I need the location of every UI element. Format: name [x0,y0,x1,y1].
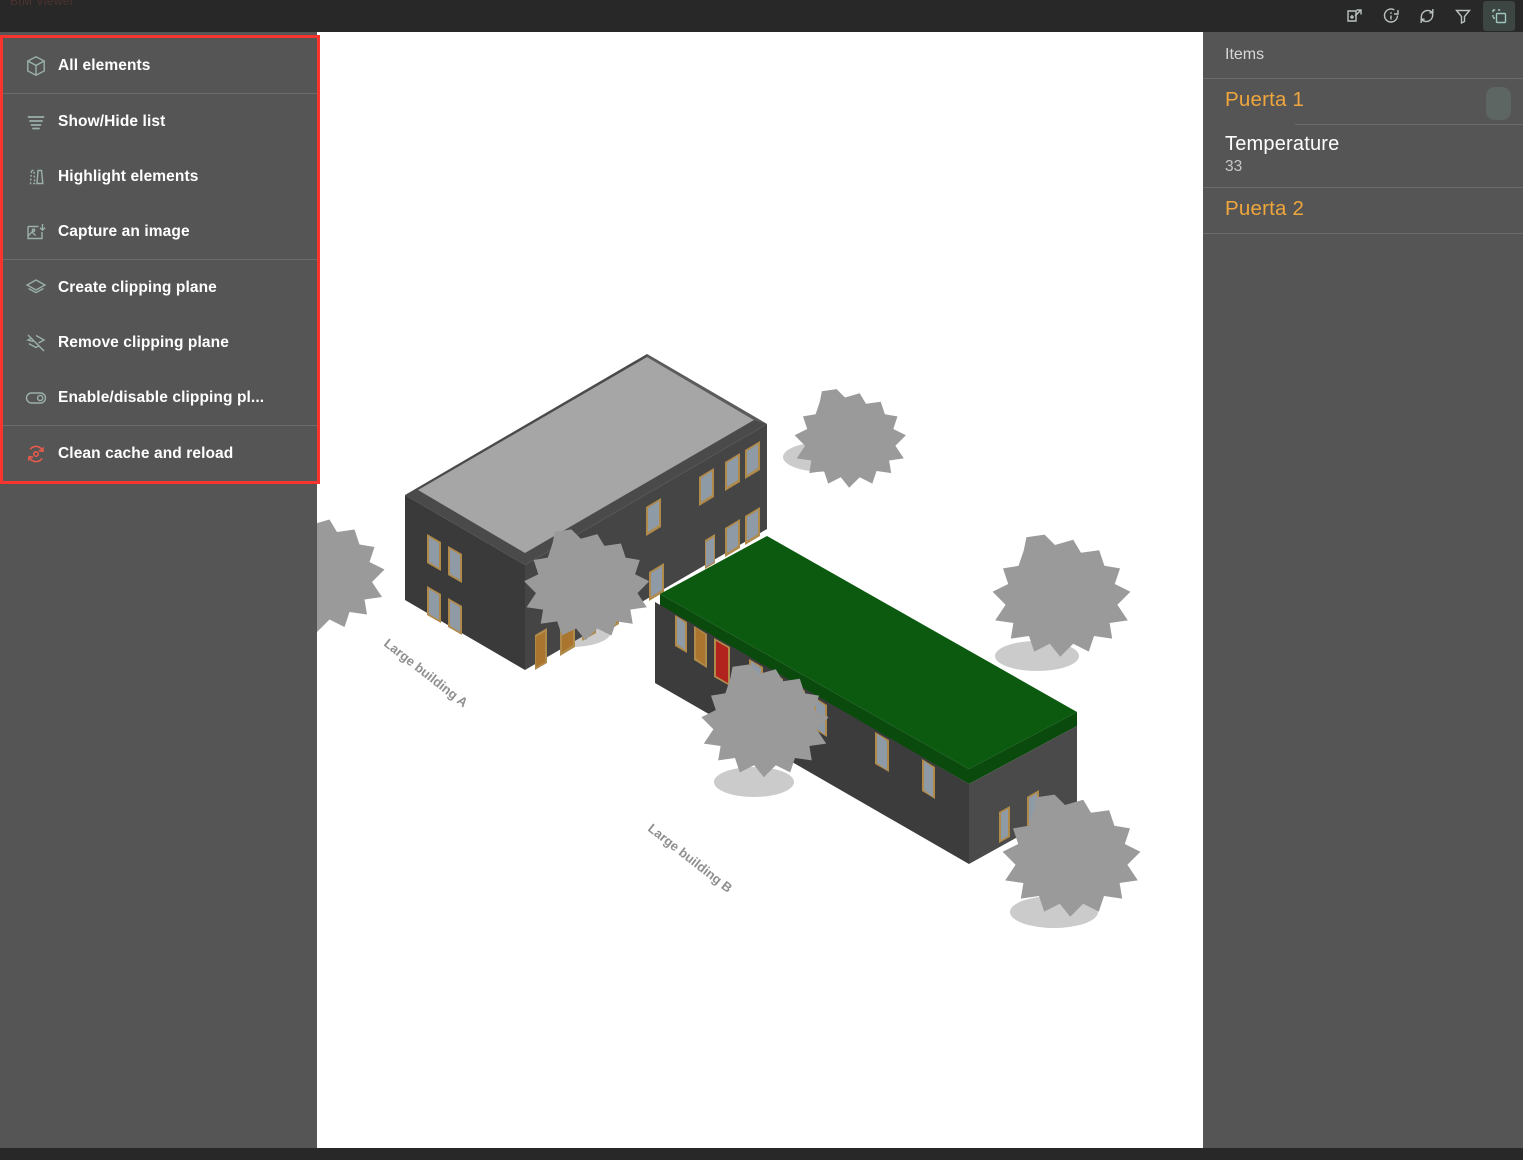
refresh-icon[interactable] [1411,1,1443,31]
menu-item-capture-image[interactable]: Capture an image [3,204,317,259]
layers-off-icon [14,331,58,355]
app-window: BIM Viewer Large building A Large buildi… [0,0,1523,1160]
list-lines-icon [14,110,58,134]
menu-item-create-clipping-plane[interactable]: Create clipping plane [3,260,317,315]
app-title: BIM Viewer [10,0,75,8]
filter-icon[interactable] [1447,1,1479,31]
model-viewport-3d[interactable]: Large building A Large building B [317,32,1203,1148]
menu-item-label: Clean cache and reload [58,444,234,462]
items-panel: Items Puerta 1 Temperature 33 Puerta 2 [1203,32,1523,1148]
info-icon[interactable] [1375,1,1407,31]
menu-item-clean-cache-and-reload[interactable]: Clean cache and reload [3,426,317,481]
context-menu: All elements Show/Hide list Highlight el… [0,35,320,484]
menu-item-label: Capture an image [58,222,190,240]
layers-icon [14,276,58,300]
menu-item-label: Enable/disable clipping pl... [58,388,265,406]
toggle-switch-icon [14,385,58,411]
menu-item-remove-clipping-plane[interactable]: Remove clipping plane [3,315,317,370]
property-value: 33 [1225,158,1243,175]
menu-item-label: Highlight elements [58,167,199,185]
selection-box-icon[interactable] [1483,1,1515,31]
menu-item-label: Show/Hide list [58,112,166,130]
items-panel-title: Items [1225,46,1265,63]
item-name: Puerta 2 [1225,197,1305,220]
toolbar-button-group [1339,0,1515,32]
list-item[interactable]: Puerta 1 [1203,79,1523,124]
divider [1203,233,1523,234]
highlight-icon [14,165,58,189]
reload-cache-icon [14,442,58,466]
capture-image-icon [14,220,58,244]
item-name: Puerta 1 [1225,88,1305,111]
menu-item-label: Create clipping plane [58,278,217,296]
open-external-icon[interactable] [1339,1,1371,31]
top-toolbar: BIM Viewer [0,0,1523,32]
list-item[interactable]: Puerta 2 [1203,188,1523,233]
property-name: Temperature [1225,133,1340,155]
menu-item-enable-disable-clipping-plane[interactable]: Enable/disable clipping pl... [3,370,317,425]
cube-icon [14,54,58,78]
property-row: Temperature 33 [1203,125,1523,187]
menu-item-label: Remove clipping plane [58,333,229,351]
bottom-strip [0,1148,1523,1160]
menu-item-label: All elements [58,56,151,74]
scene-svg: Large building A Large building B [317,32,1203,1148]
item-visibility-toggle[interactable] [1486,87,1511,120]
menu-item-highlight-elements[interactable]: Highlight elements [3,149,317,204]
menu-item-show-hide-list[interactable]: Show/Hide list [3,94,317,149]
menu-item-all-elements[interactable]: All elements [3,38,317,93]
